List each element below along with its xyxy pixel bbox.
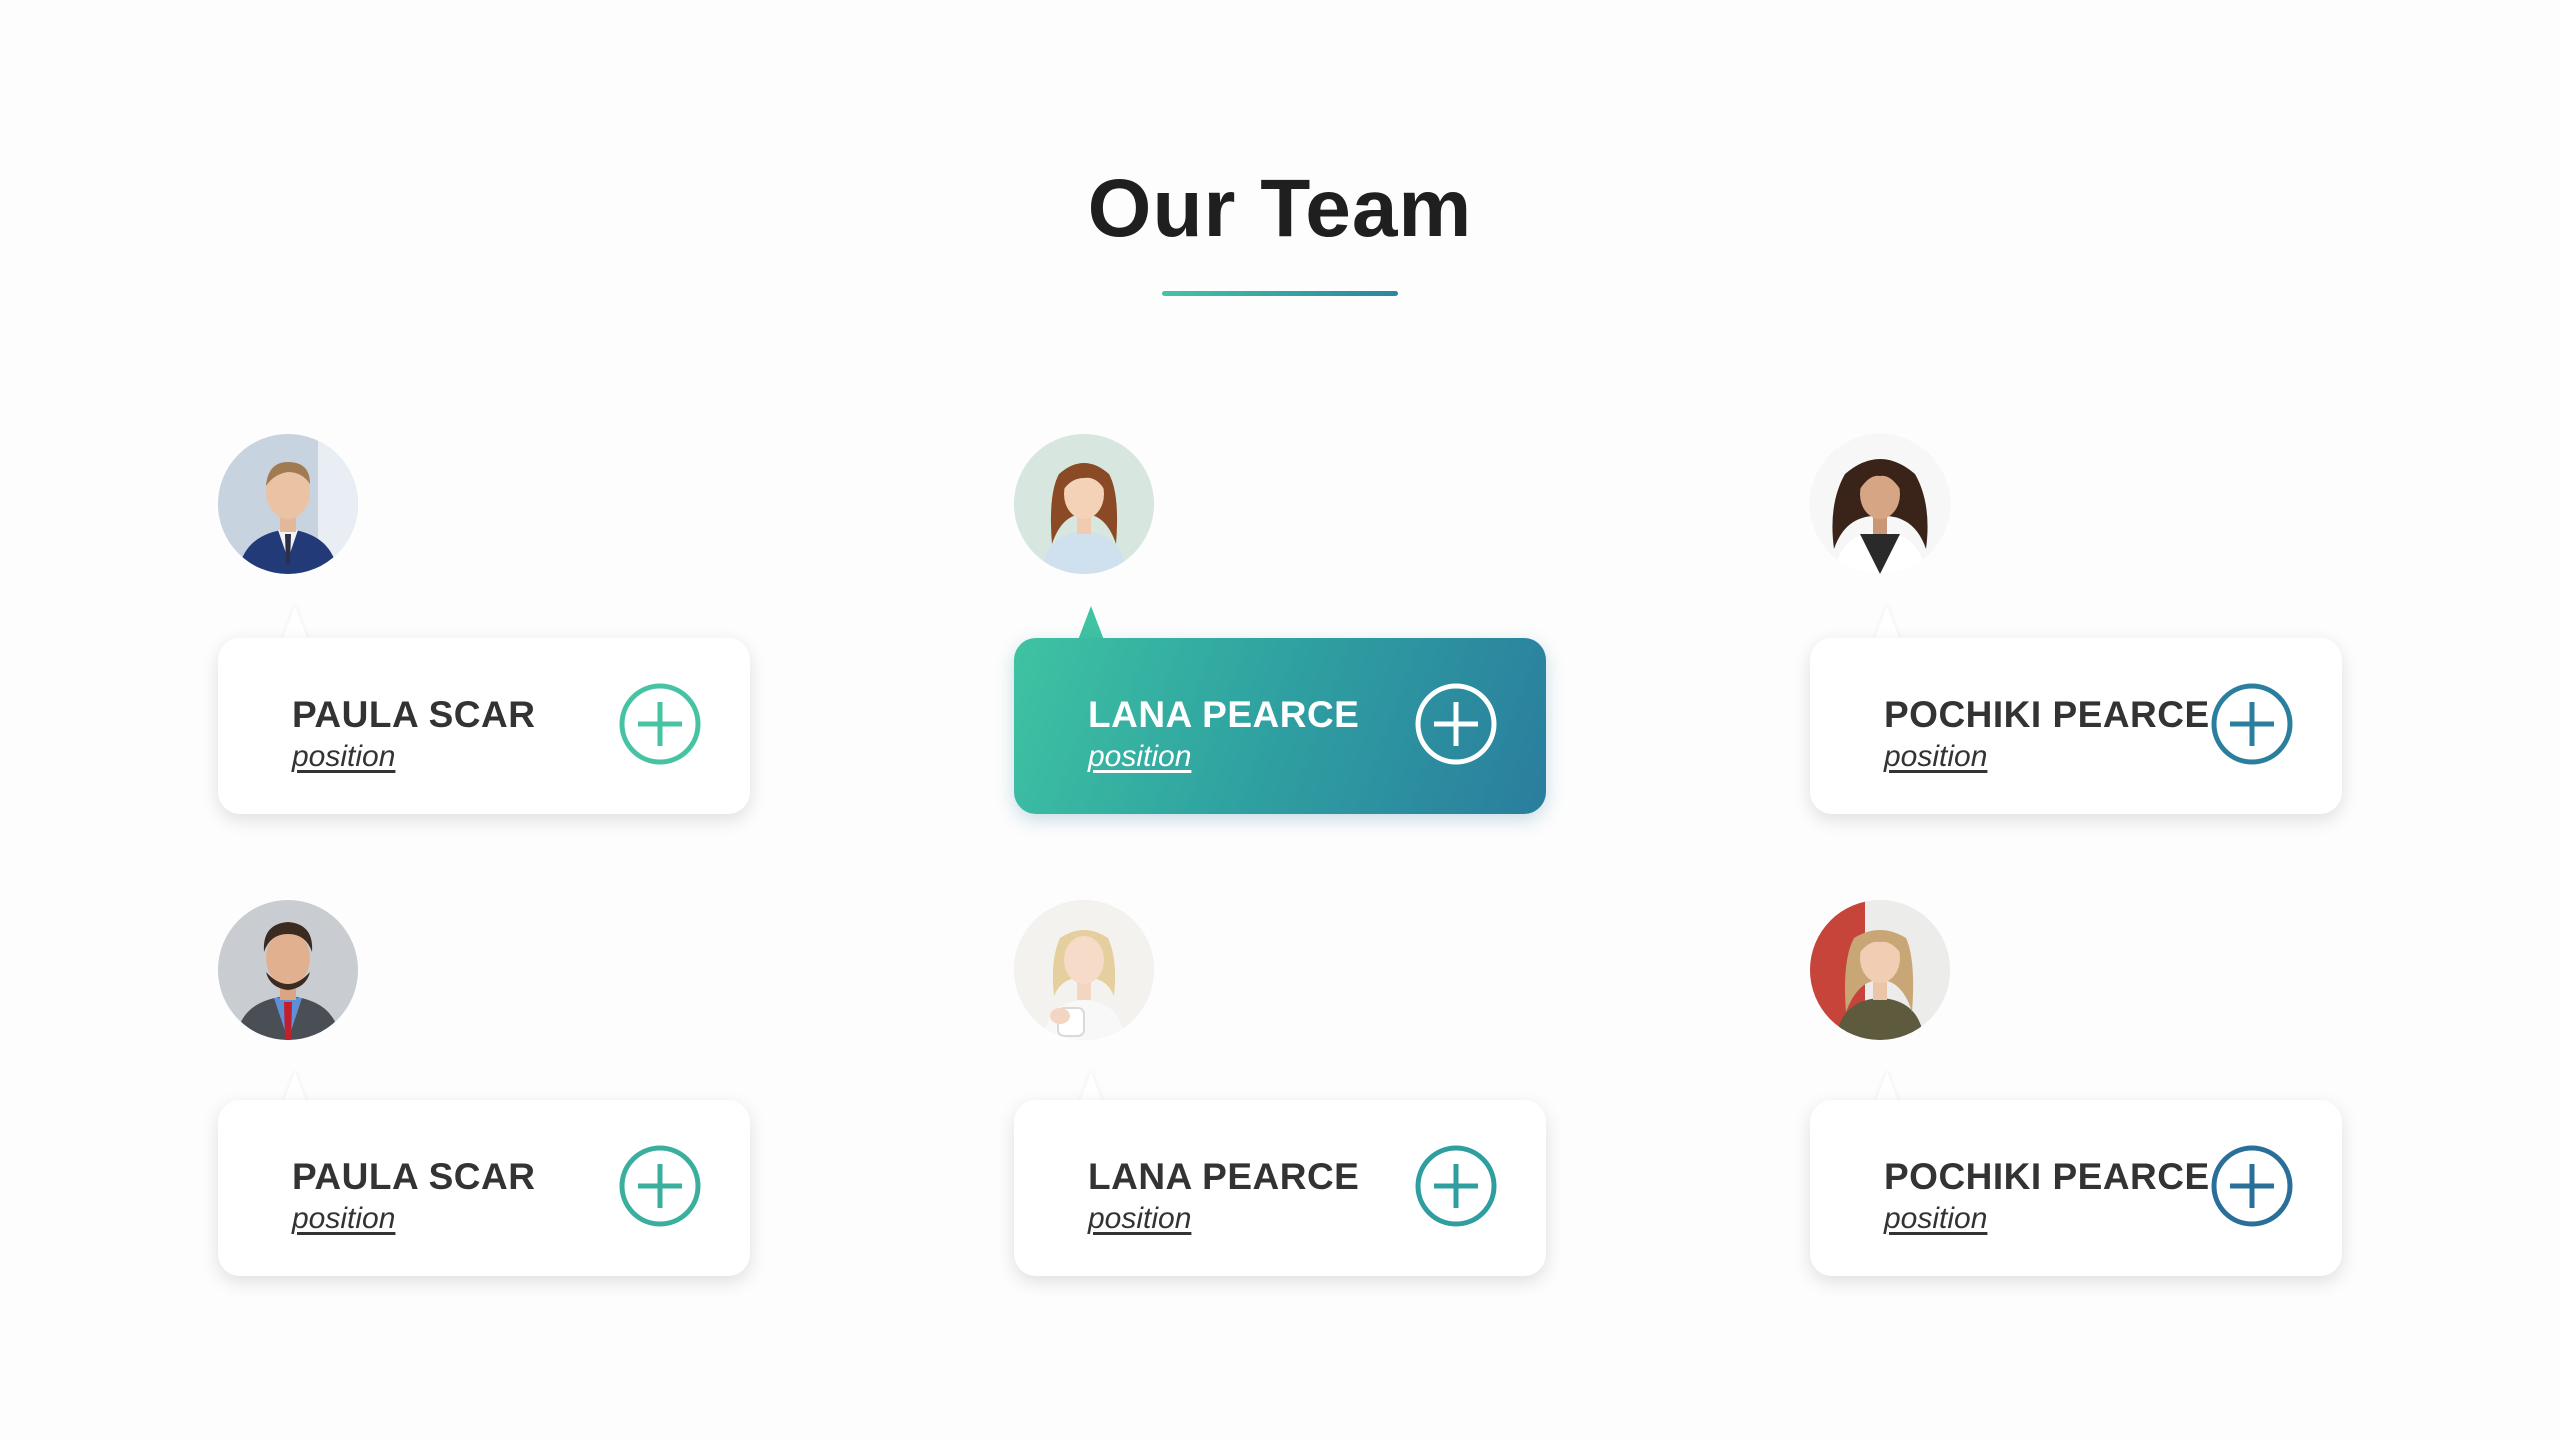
avatar xyxy=(1014,900,1154,1040)
team-member-card: POCHIKI PEARCE position xyxy=(1810,900,2342,1310)
card-pointer xyxy=(1874,606,1900,640)
avatar xyxy=(218,434,358,574)
member-info-card: POCHIKI PEARCE position xyxy=(1810,1100,2342,1276)
card-pointer xyxy=(1078,606,1104,640)
avatar xyxy=(1810,434,1950,574)
member-name: POCHIKI PEARCE xyxy=(1884,694,2210,735)
team-member-card: LANA PEARCE position xyxy=(1014,434,1546,844)
avatar xyxy=(1810,900,1950,1040)
add-circle-icon[interactable] xyxy=(2210,682,2294,766)
add-circle-icon[interactable] xyxy=(2210,1144,2294,1228)
member-position-link[interactable]: position xyxy=(292,740,395,774)
team-member-card: PAULA SCAR position xyxy=(218,434,750,844)
member-name: LANA PEARCE xyxy=(1088,694,1360,735)
add-circle-icon[interactable] xyxy=(1414,682,1498,766)
page-title: Our Team xyxy=(1087,163,1473,254)
add-circle-icon[interactable] xyxy=(618,1144,702,1228)
team-member-card: PAULA SCAR position xyxy=(218,900,750,1310)
avatar xyxy=(218,900,358,1040)
team-member-card: LANA PEARCE position xyxy=(1014,900,1546,1310)
add-circle-icon[interactable] xyxy=(1414,1144,1498,1228)
member-name: PAULA SCAR xyxy=(292,1156,536,1197)
member-position-link[interactable]: position xyxy=(292,1202,395,1236)
member-position-link[interactable]: position xyxy=(1088,1202,1191,1236)
title-underline xyxy=(1162,291,1398,296)
team-member-card: POCHIKI PEARCE position xyxy=(1810,434,2342,844)
member-info-card: LANA PEARCE position xyxy=(1014,1100,1546,1276)
member-position-link[interactable]: position xyxy=(1884,740,1987,774)
member-name: PAULA SCAR xyxy=(292,694,536,735)
add-circle-icon[interactable] xyxy=(618,682,702,766)
member-info-card: PAULA SCAR position xyxy=(218,1100,750,1276)
member-position-link[interactable]: position xyxy=(1088,740,1191,774)
member-info-card-active: LANA PEARCE position xyxy=(1014,638,1546,814)
member-info-card: POCHIKI PEARCE position xyxy=(1810,638,2342,814)
member-name: POCHIKI PEARCE xyxy=(1884,1156,2210,1197)
avatar xyxy=(1014,434,1154,574)
member-name: LANA PEARCE xyxy=(1088,1156,1360,1197)
card-pointer xyxy=(282,606,308,640)
member-position-link[interactable]: position xyxy=(1884,1202,1987,1236)
member-info-card: PAULA SCAR position xyxy=(218,638,750,814)
